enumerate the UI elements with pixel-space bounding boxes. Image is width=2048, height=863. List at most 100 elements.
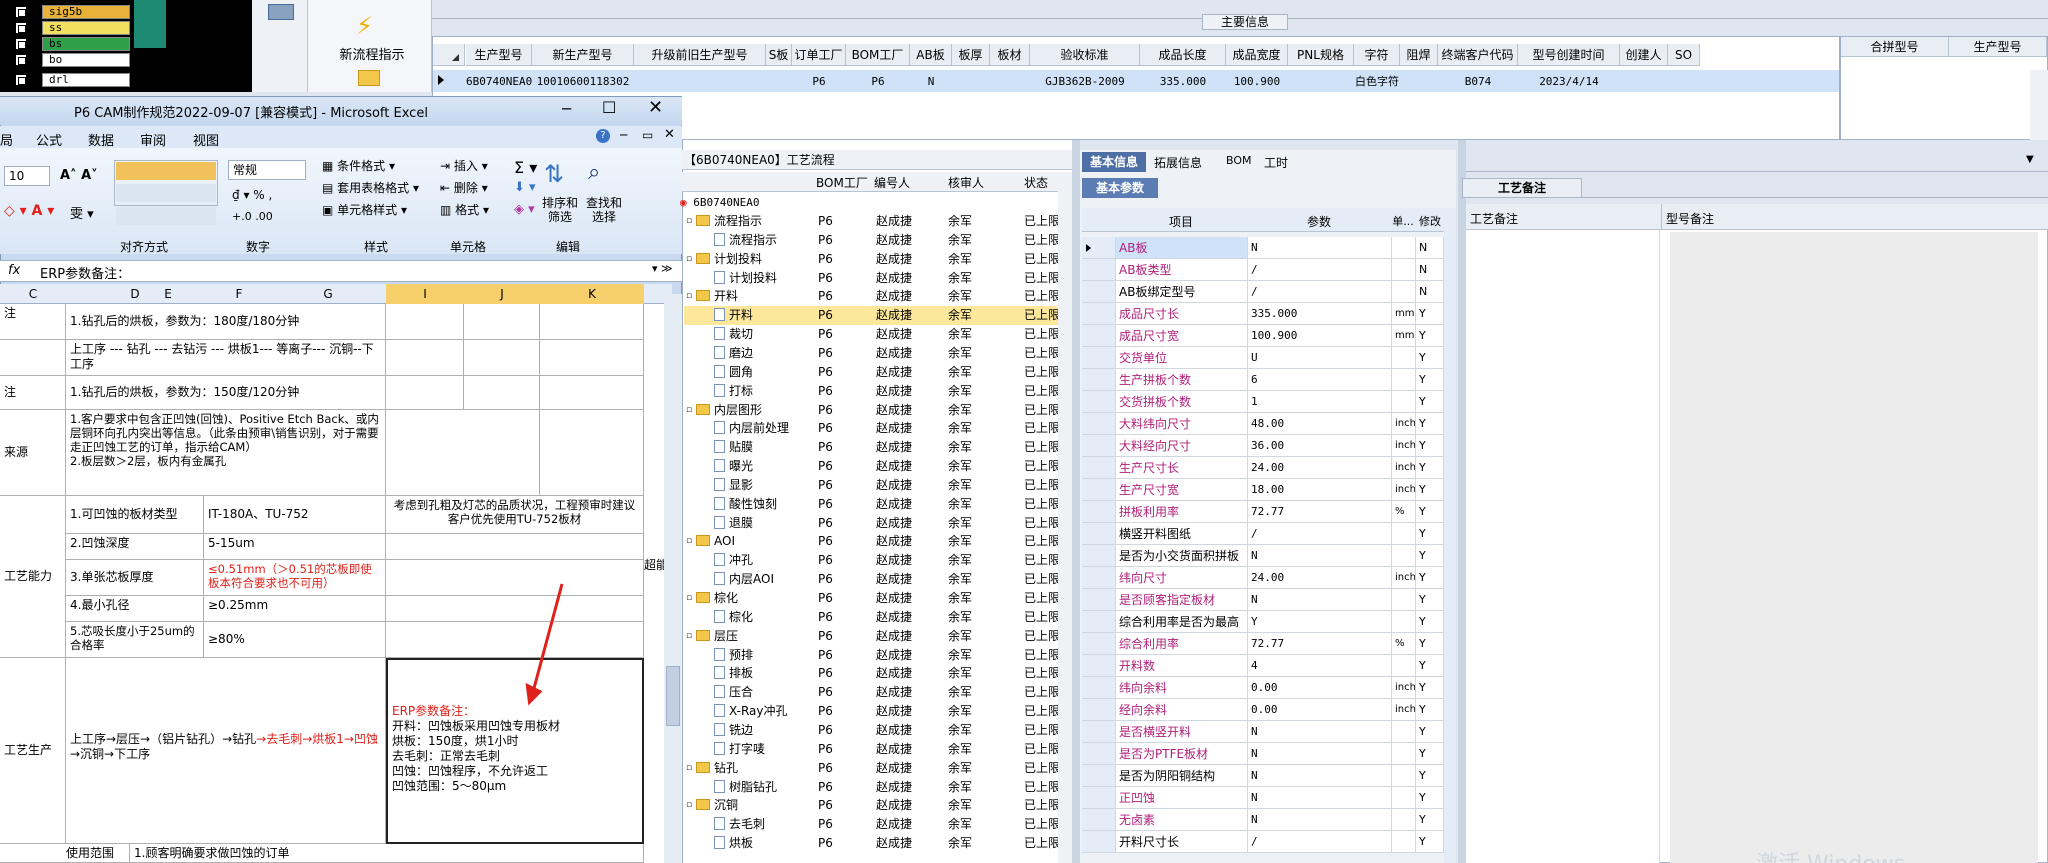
main-row-cell[interactable] (952, 71, 990, 93)
clear-icon[interactable]: ◈ ▾ (514, 202, 535, 217)
main-col-header[interactable]: 板厚 (952, 44, 990, 66)
delete-button[interactable]: ⇤ 删除 ▾ (440, 180, 488, 196)
find-select-button[interactable]: 查找和 选择 (584, 196, 624, 224)
main-col-header[interactable]: 板材 (990, 44, 1030, 66)
tab-process-notes[interactable]: 工艺备注 (1462, 178, 1582, 198)
main-col-header[interactable]: 阻焊 (1400, 44, 1438, 66)
cell-i4[interactable] (386, 410, 540, 496)
tree-row[interactable]: 计划投料 P6 赵成捷 余军 已上限 (684, 269, 1084, 288)
layer-bs[interactable]: bs (42, 37, 130, 51)
tree-row[interactable]: 磨边 P6 赵成捷 余军 已上限 (684, 344, 1084, 363)
decimal-icon[interactable]: +.0 .00 (232, 210, 273, 223)
cell-d1[interactable]: 1.钻孔后的烘板，参数为：180度/180分钟 (66, 304, 386, 340)
param-row[interactable]: 开料尺寸长 / Y (1082, 831, 1444, 853)
tree-row[interactable]: ▫ 棕化 P6 赵成捷 余军 已上限 (684, 589, 1084, 608)
sort-icon[interactable]: ⇅ (544, 160, 564, 188)
subtab-basic-params[interactable]: 基本参数 (1082, 178, 1158, 198)
param-row[interactable]: 横竖开料图纸 / Y (1082, 523, 1444, 545)
tree-row[interactable]: 退膜 P6 赵成捷 余军 已上限 (684, 514, 1084, 533)
cell-i5-2[interactable] (386, 534, 644, 560)
main-row-cell[interactable] (1668, 71, 1700, 93)
param-row[interactable]: 是否为PTFE板材 N Y (1082, 743, 1444, 765)
param-row[interactable]: 纬向尺寸 24.00 inch Y (1082, 567, 1444, 589)
main-col-header[interactable]: SO (1668, 44, 1700, 66)
col-j-header[interactable]: J (464, 287, 540, 301)
main-row-cell[interactable] (990, 71, 1030, 93)
cell-d3[interactable]: 1.钻孔后的烘板，参数为：150度/120分钟 (66, 376, 386, 410)
cell-d6[interactable]: 上工序→层压→（铝片钻孔）→钻孔→去毛刺→烘板1→凹蚀 →沉铜→下工序 (66, 658, 386, 844)
splitter-2[interactable] (1458, 140, 1466, 863)
tree-row[interactable]: 曝光 P6 赵成捷 余军 已上限 (684, 457, 1084, 476)
cell-j1[interactable] (464, 304, 540, 340)
main-col-header[interactable]: PNL规格 (1288, 44, 1354, 66)
main-col-header[interactable]: AB板 (910, 44, 952, 66)
notes-cell-model[interactable] (1670, 232, 2038, 863)
fx-icon[interactable]: fx (8, 263, 20, 278)
expand-icon[interactable]: ▫ (686, 287, 692, 306)
cell-i5-4[interactable] (386, 596, 644, 622)
layer-checkbox-2[interactable] (14, 21, 28, 35)
tab-partial[interactable]: 局 (0, 130, 13, 149)
tab-formula[interactable]: 公式 (36, 130, 62, 149)
cell-d5-2[interactable]: 2.凹蚀深度 (66, 534, 204, 560)
param-row[interactable]: 无卤素 N Y (1082, 809, 1444, 831)
find-icon[interactable]: ⌕ (588, 160, 600, 185)
insert-button[interactable]: ⇥ 插入 ▾ (440, 158, 488, 174)
cell-i3[interactable] (386, 376, 464, 410)
param-row[interactable]: 生产尺寸长 24.00 inch Y (1082, 457, 1444, 479)
tab-work-hours[interactable]: 工时 (1264, 154, 1288, 171)
param-row[interactable]: AB板 N N (1082, 237, 1444, 259)
cell-c7[interactable]: 使用范围 (0, 844, 130, 863)
minimize-icon[interactable]: ─ (562, 100, 571, 118)
layer-checkbox-3[interactable] (14, 37, 28, 51)
param-row[interactable]: 纬向余料 0.00 inch Y (1082, 677, 1444, 699)
main-col-header[interactable]: 订单工厂 (792, 44, 846, 66)
excel-vscroll-thumb[interactable] (666, 666, 680, 726)
ribbon-minimize-icon[interactable]: ─ (620, 128, 627, 142)
param-row[interactable]: 成品尺寸宽 100.900 mm Y (1082, 325, 1444, 347)
close-icon[interactable]: ✕ (648, 97, 663, 118)
main-row-cell[interactable]: 10010600118302 (532, 71, 634, 93)
printer-icon[interactable] (268, 4, 294, 20)
main-row-cell[interactable] (634, 71, 766, 93)
tree-row[interactable]: ▫ 层压 P6 赵成捷 余军 已上限 (684, 627, 1084, 646)
tree-row[interactable]: 贴膜 P6 赵成捷 余军 已上限 (684, 438, 1084, 457)
tree-row[interactable]: 树脂钻孔 P6 赵成捷 余军 已上限 (684, 778, 1084, 797)
main-row-cell[interactable]: P6 (846, 71, 910, 93)
tree-row[interactable]: 酸性蚀刻 P6 赵成捷 余军 已上限 (684, 495, 1084, 514)
main-row-cell[interactable]: B074 (1438, 71, 1518, 93)
tree-row[interactable]: 内层前处理 P6 赵成捷 余军 已上限 (684, 419, 1084, 438)
cell-c2[interactable] (0, 340, 66, 376)
main-row-cell[interactable]: 2023/4/14 (1518, 71, 1620, 93)
tree-row[interactable]: ▫ AOI P6 赵成捷 余军 已上限 (684, 532, 1084, 551)
tree-row[interactable]: 流程指示 P6 赵成捷 余军 已上限 (684, 231, 1084, 250)
cell-style-button[interactable]: ▣ 单元格样式 ▾ (322, 202, 407, 218)
cell-j3[interactable] (464, 376, 540, 410)
main-col-header[interactable]: 成品宽度 (1226, 44, 1288, 66)
excel-vscroll[interactable] (664, 294, 682, 863)
main-row-cell[interactable]: GJB362B-2009 (1030, 71, 1140, 93)
cell-i5-1[interactable]: 考虑到孔粗及灯芯的品质状况，工程预审时建议客户优先使用TU-752板材 (386, 496, 644, 534)
param-row[interactable]: 综合利用率是否为最高 Y Y (1082, 611, 1444, 633)
fill-icon[interactable]: ⬇ ▾ (514, 180, 536, 195)
grow-font-icon[interactable]: A˄ A˅ (60, 168, 98, 183)
tree-row[interactable]: 开料 P6 赵成捷 余军 已上限 (684, 306, 1084, 326)
phonetic-icon[interactable]: 雯 ▾ (70, 203, 94, 222)
main-col-header[interactable]: 升级前旧生产型号 (634, 44, 766, 66)
main-col-header[interactable]: 型号创建时间 (1518, 44, 1620, 66)
layer-checkbox-1[interactable] (14, 5, 28, 19)
main-col-header[interactable]: 成品长度 (1140, 44, 1226, 66)
main-row-cell[interactable] (1620, 71, 1668, 93)
param-row[interactable]: 生产尺寸宽 18.00 inch Y (1082, 479, 1444, 501)
number-format-box[interactable]: 常规 (228, 160, 306, 180)
cell-d5-3[interactable]: 3.单张芯板厚度 (66, 560, 204, 596)
table-format-button[interactable]: ▤ 套用表格格式 ▾ (322, 180, 419, 196)
tree-row[interactable]: ▫ 内层图形 P6 赵成捷 余军 已上限 (684, 401, 1084, 420)
param-row[interactable]: 交货单位 U Y (1082, 347, 1444, 369)
merge-scrollbar[interactable] (2030, 70, 2048, 140)
main-row-cell[interactable]: 6B0740NEA0 (466, 71, 532, 93)
cell-d5-4[interactable]: 4.最小孔径 (66, 596, 204, 622)
layer-ss[interactable]: ss (42, 21, 130, 35)
tab-data[interactable]: 数据 (88, 130, 114, 149)
tree-row[interactable]: 圆角 P6 赵成捷 余军 已上限 (684, 363, 1084, 382)
